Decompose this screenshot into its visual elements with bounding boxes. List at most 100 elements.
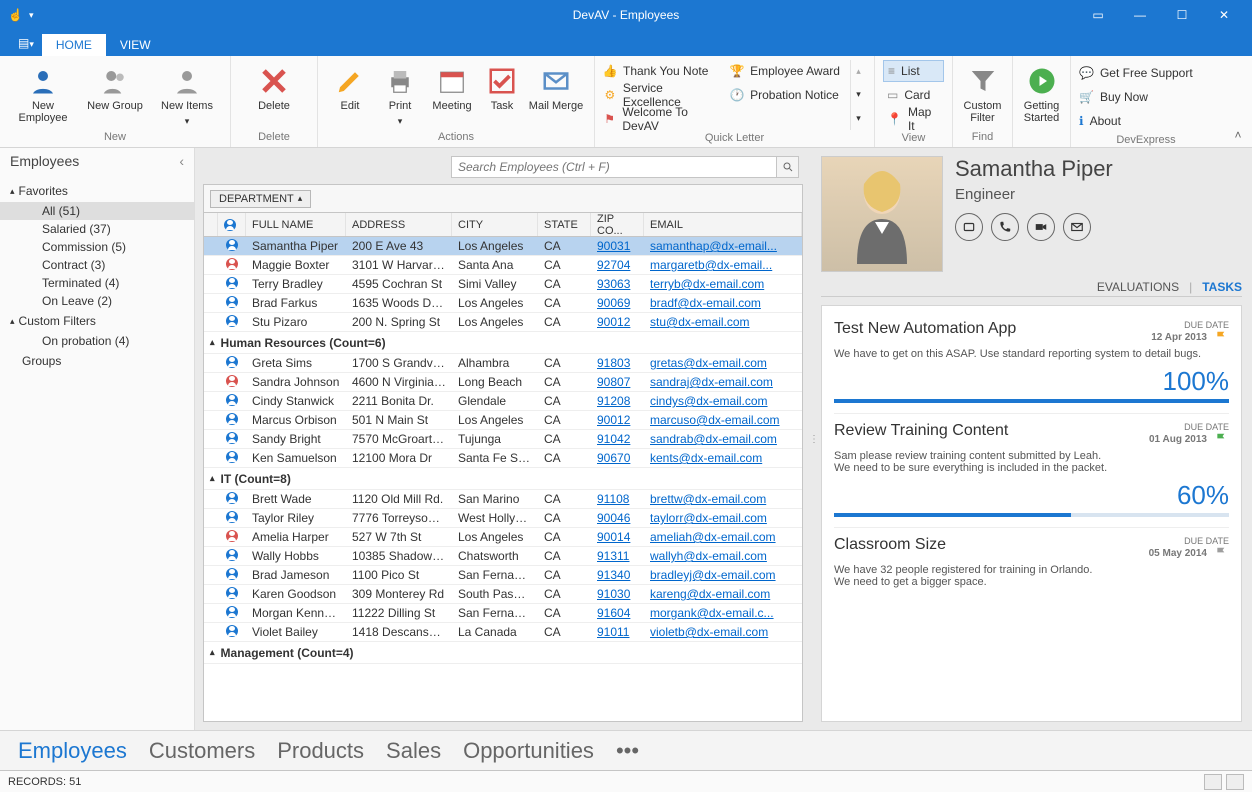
sidebar-item[interactable]: Salaried (37) (0, 220, 194, 238)
sidebar-item[interactable]: Terminated (4) (0, 274, 194, 292)
cell-email[interactable]: margaretb@dx-email... (644, 258, 802, 272)
ql-welcome[interactable]: ⚑Welcome To DevAV (603, 108, 723, 130)
group-header[interactable]: ▴Management (Count=4) (204, 642, 802, 664)
cell-email[interactable]: sandraj@dx-email.com (644, 375, 802, 389)
cell-zip[interactable]: 91042 (591, 432, 644, 446)
cell-zip[interactable]: 91604 (591, 606, 644, 620)
table-row[interactable]: Taylor Riley7776 Torreyson DrWest Hollyw… (204, 509, 802, 528)
about-button[interactable]: ℹAbout (1079, 110, 1213, 132)
cell-zip[interactable]: 90012 (591, 315, 644, 329)
cell-zip[interactable]: 91340 (591, 568, 644, 582)
print-button[interactable]: Print▾ (376, 60, 424, 129)
close-icon[interactable]: ✕ (1204, 1, 1244, 29)
task-item[interactable]: Test New Automation AppDUE DATE12 Apr 20… (834, 312, 1229, 414)
table-row[interactable]: Sandra Johnson4600 N Virginia Rd.Long Be… (204, 373, 802, 392)
email-icon[interactable] (1063, 213, 1091, 241)
ribbon-display-icon[interactable]: ▭ (1078, 1, 1118, 29)
cell-zip[interactable]: 91311 (591, 549, 644, 563)
ribbon-collapse-icon[interactable]: ˄ (1230, 127, 1246, 143)
delete-button[interactable]: Delete (239, 60, 309, 129)
sidebar-collapse-icon[interactable]: ‹ (179, 153, 184, 169)
table-row[interactable]: Karen Goodson309 Monterey RdSouth Pasad.… (204, 585, 802, 604)
mailmerge-button[interactable]: Mail Merge (526, 60, 586, 129)
search-input[interactable] (451, 156, 777, 178)
task-button[interactable]: Task (480, 60, 524, 129)
view-list-button[interactable]: ≡List (883, 60, 944, 82)
sidebar-item-probation[interactable]: On probation (4) (0, 332, 194, 350)
cell-zip[interactable]: 90046 (591, 511, 644, 525)
status-view-1-icon[interactable] (1204, 774, 1222, 790)
cell-zip[interactable]: 91208 (591, 394, 644, 408)
video-icon[interactable] (1027, 213, 1055, 241)
message-icon[interactable] (955, 213, 983, 241)
sidebar-groups[interactable]: Groups (0, 350, 194, 372)
nav-more-icon[interactable]: ••• (616, 738, 639, 764)
tab-view[interactable]: VIEW (106, 34, 165, 56)
search-button[interactable] (777, 156, 799, 178)
table-row[interactable]: Greta Sims1700 S Grandview...AlhambraCA9… (204, 354, 802, 373)
minimize-icon[interactable]: — (1120, 1, 1160, 29)
table-row[interactable]: Maggie Boxter3101 W Harvard StSanta AnaC… (204, 256, 802, 275)
cell-zip[interactable]: 91011 (591, 625, 644, 639)
cell-email[interactable]: marcuso@dx-email.com (644, 413, 802, 427)
table-row[interactable]: Samantha Piper200 E Ave 43Los AngelesCA9… (204, 237, 802, 256)
table-row[interactable]: Brett Wade1120 Old Mill Rd.San MarinoCA9… (204, 490, 802, 509)
table-row[interactable]: Amelia Harper527 W 7th StLos AngelesCA90… (204, 528, 802, 547)
col-zip-header[interactable]: ZIP CO... (591, 213, 644, 236)
cell-zip[interactable]: 90069 (591, 296, 644, 310)
cell-email[interactable]: kareng@dx-email.com (644, 587, 802, 601)
file-menu-icon[interactable]: ▤▾ (18, 36, 34, 50)
task-item[interactable]: Classroom SizeDUE DATE05 May 2014We have… (834, 528, 1229, 598)
cell-zip[interactable]: 90014 (591, 530, 644, 544)
col-state-header[interactable]: STATE (538, 213, 591, 236)
cell-zip[interactable]: 90807 (591, 375, 644, 389)
col-fullname-header[interactable]: FULL NAME (246, 213, 346, 236)
cell-zip[interactable]: 91030 (591, 587, 644, 601)
detail-tab-evaluations[interactable]: EVALUATIONS (1097, 280, 1179, 294)
buy-now-button[interactable]: 🛒Buy Now (1079, 86, 1213, 108)
group-header[interactable]: ▴IT (Count=8) (204, 468, 802, 490)
table-row[interactable]: Brad Farkus1635 Woods DriveLos AngelesCA… (204, 294, 802, 313)
nav-customers[interactable]: Customers (149, 738, 255, 764)
ql-service[interactable]: ⚙Service Excellence (603, 84, 723, 106)
cell-email[interactable]: ameliah@dx-email.com (644, 530, 802, 544)
sidebar-item[interactable]: Commission (5) (0, 238, 194, 256)
cell-email[interactable]: brettw@dx-email.com (644, 492, 802, 506)
getting-started-button[interactable]: Getting Started (1021, 60, 1062, 129)
group-by-chip[interactable]: DEPARTMENT▴ (210, 190, 311, 208)
col-city-header[interactable]: CITY (452, 213, 538, 236)
table-row[interactable]: Sandy Bright7570 McGroarty TerTujungaCA9… (204, 430, 802, 449)
col-address-header[interactable]: ADDRESS (346, 213, 452, 236)
cell-email[interactable]: morgank@dx-email.c... (644, 606, 802, 620)
nav-employees[interactable]: Employees (18, 738, 127, 764)
cell-email[interactable]: stu@dx-email.com (644, 315, 802, 329)
table-row[interactable]: Cindy Stanwick2211 Bonita Dr.GlendaleCA9… (204, 392, 802, 411)
new-items-button[interactable]: New Items▾ (152, 60, 222, 129)
cell-zip[interactable]: 90670 (591, 451, 644, 465)
ql-scroll-down-icon[interactable]: ▾ (851, 89, 866, 100)
col-email-header[interactable]: EMAIL (644, 213, 802, 236)
maximize-icon[interactable]: ☐ (1162, 1, 1202, 29)
table-row[interactable]: Morgan Kennedy11222 Dilling StSan Fernan… (204, 604, 802, 623)
sidebar-item[interactable]: Contract (3) (0, 256, 194, 274)
cell-email[interactable]: wallyh@dx-email.com (644, 549, 802, 563)
nav-sales[interactable]: Sales (386, 738, 441, 764)
meeting-button[interactable]: Meeting (426, 60, 478, 129)
sidebar-custom-filters[interactable]: ▴Custom Filters (0, 310, 194, 332)
cell-email[interactable]: cindys@dx-email.com (644, 394, 802, 408)
new-employee-button[interactable]: New Employee (8, 60, 78, 129)
tab-home[interactable]: HOME (42, 34, 106, 56)
get-support-button[interactable]: 💬Get Free Support (1079, 62, 1213, 84)
cell-zip[interactable]: 91803 (591, 356, 644, 370)
ql-scroll-up-icon[interactable]: ▴ (851, 66, 866, 77)
nav-opportunities[interactable]: Opportunities (463, 738, 594, 764)
ql-gallery-icon[interactable]: ▾ (851, 113, 866, 124)
table-row[interactable]: Ken Samuelson12100 Mora DrSanta Fe Spri.… (204, 449, 802, 468)
view-card-button[interactable]: ▭Card (883, 84, 944, 106)
table-row[interactable]: Violet Bailey1418 Descanso DrLa CanadaCA… (204, 623, 802, 642)
group-header[interactable]: ▴Human Resources (Count=6) (204, 332, 802, 354)
ql-thank-you[interactable]: 👍Thank You Note (603, 60, 723, 82)
table-row[interactable]: Marcus Orbison501 N Main StLos AngelesCA… (204, 411, 802, 430)
cell-email[interactable]: kents@dx-email.com (644, 451, 802, 465)
cell-email[interactable]: gretas@dx-email.com (644, 356, 802, 370)
